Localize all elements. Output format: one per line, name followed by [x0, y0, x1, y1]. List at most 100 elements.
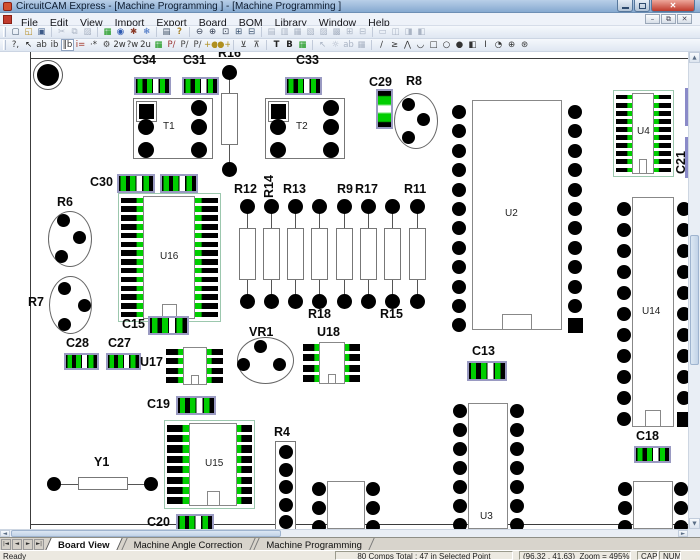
place-2-icon[interactable]: P/ — [178, 39, 191, 51]
component-U-BL[interactable] — [312, 481, 380, 529]
origin-icon[interactable]: ⊛ — [518, 39, 531, 51]
component-C30[interactable] — [117, 174, 155, 193]
save-icon[interactable]: ▣ — [35, 26, 48, 38]
new-icon[interactable]: ▢ — [9, 26, 22, 38]
insert-red-icon[interactable]: i= — [74, 39, 87, 51]
mdi-close-button[interactable]: ✕ — [677, 14, 692, 24]
component-U-BR[interactable] — [618, 481, 688, 529]
board-view-icon[interactable]: ▦ — [101, 26, 114, 38]
target-icon[interactable]: ⊕ — [505, 39, 518, 51]
align-grid-3-icon[interactable]: ▦ — [291, 26, 304, 38]
component-U17[interactable] — [166, 347, 223, 385]
component-C30B[interactable] — [160, 174, 198, 193]
context-help-icon[interactable]: ?, — [9, 39, 22, 51]
maximize-button[interactable] — [634, 0, 650, 12]
select-icon[interactable]: ↖ — [22, 39, 35, 51]
component-C20[interactable] — [176, 514, 214, 529]
align-grid-4-icon[interactable]: ▧ — [304, 26, 317, 38]
polyline-icon[interactable]: ⋀ — [401, 39, 414, 51]
help-icon[interactable]: ? — [173, 26, 186, 38]
panel-icon[interactable]: ▭ — [376, 26, 389, 38]
query-wire-icon[interactable]: ?w — [126, 39, 139, 51]
bottom-side-icon[interactable]: B — [283, 39, 296, 51]
open-icon[interactable]: ◱ — [22, 26, 35, 38]
component-C15[interactable] — [148, 316, 189, 335]
align-grid-5-icon[interactable]: ▨ — [317, 26, 330, 38]
scroll-down-arrow[interactable]: ▼ — [689, 518, 700, 529]
horizontal-scrollbar[interactable]: ◄ ► — [0, 529, 688, 537]
text-ab-icon[interactable]: ab — [342, 39, 355, 51]
text-i-icon[interactable]: I — [479, 39, 492, 51]
component-R17[interactable] — [360, 198, 378, 309]
component-C31[interactable] — [182, 77, 219, 95]
tab-nav-3[interactable]: ►| — [34, 539, 44, 550]
blank-icon[interactable]: ◧ — [415, 26, 428, 38]
align-grid-2-icon[interactable]: ▥ — [278, 26, 291, 38]
line-icon[interactable]: ∕ — [375, 39, 388, 51]
tab-board-view[interactable]: Board View — [48, 538, 120, 550]
component-R9[interactable] — [336, 198, 354, 309]
zoom-window-icon[interactable]: ⊡ — [219, 26, 232, 38]
circle-icon[interactable]: ○ — [440, 39, 453, 51]
half-rectangle-icon[interactable]: ◧ — [466, 39, 479, 51]
two-up-icon[interactable]: 2u — [139, 39, 152, 51]
place-1-icon[interactable]: P/ — [165, 39, 178, 51]
component-C28[interactable] — [64, 353, 99, 370]
settings-gear-icon[interactable]: ⚙ — [100, 39, 113, 51]
star-point-icon[interactable]: ·* — [87, 39, 100, 51]
component-C33[interactable] — [285, 77, 322, 95]
both-sides-icon[interactable]: ▦ — [296, 39, 309, 51]
filled-circle-icon[interactable]: ● — [453, 39, 466, 51]
move-to-top-icon[interactable]: ⊼ — [250, 39, 263, 51]
component-R4[interactable] — [275, 441, 296, 529]
component-R11[interactable] — [409, 198, 427, 309]
green-board-icon[interactable]: ▦ — [152, 39, 165, 51]
component-C27[interactable] — [106, 353, 141, 370]
component-VR1[interactable] — [237, 337, 294, 384]
active-bars-icon[interactable]: ‖b — [61, 39, 74, 51]
tab-machine-programming[interactable]: Machine Programming — [256, 538, 372, 550]
component-Y1[interactable] — [47, 476, 158, 492]
tab-nav-0[interactable]: |◄ — [1, 539, 11, 550]
paste-icon[interactable]: ▨ — [81, 26, 94, 38]
snowflake-icon[interactable]: ❄ — [140, 26, 153, 38]
component-C18[interactable] — [634, 446, 671, 463]
component-C13[interactable] — [467, 361, 507, 381]
minimize-button[interactable] — [617, 0, 633, 12]
mdi-restore-button[interactable]: ⧉ — [661, 14, 676, 24]
component-R7[interactable] — [49, 276, 92, 334]
align-grid-8-icon[interactable]: ⊟ — [356, 26, 369, 38]
angle-icon[interactable]: ≥ — [388, 39, 401, 51]
component-R8[interactable] — [394, 93, 438, 149]
globe-icon[interactable]: ◉ — [114, 26, 127, 38]
tab-nav-1[interactable]: ◄ — [12, 539, 22, 550]
component-R12[interactable] — [239, 198, 257, 309]
component-R16[interactable] — [221, 64, 239, 177]
component-R13[interactable] — [287, 198, 305, 309]
scroll-right-arrow[interactable]: ► — [678, 530, 688, 537]
top-side-icon[interactable]: T — [270, 39, 283, 51]
component-C19[interactable] — [176, 396, 216, 415]
grid-icon[interactable]: ▦ — [355, 39, 368, 51]
select-gray-icon[interactable]: ↖ — [316, 39, 329, 51]
tab-nav-2[interactable]: ► — [23, 539, 33, 550]
machine-icon[interactable]: ✱ — [127, 26, 140, 38]
zoom-out-icon[interactable]: ⊖ — [193, 26, 206, 38]
align-grid-6-icon[interactable]: ▩ — [330, 26, 343, 38]
component-R6[interactable] — [48, 211, 92, 267]
pie-icon[interactable]: ◔ — [492, 39, 505, 51]
component-R15[interactable] — [384, 198, 402, 309]
close-button[interactable]: ✕ — [651, 0, 695, 12]
align-grid-7-icon[interactable]: ⊞ — [343, 26, 356, 38]
align-grid-1-icon[interactable]: ▤ — [265, 26, 278, 38]
footprint-ib-icon[interactable]: ib — [48, 39, 61, 51]
move-to-bottom-icon[interactable]: ⊻ — [237, 39, 250, 51]
vertical-scrollbar[interactable]: ▲ ▼ — [688, 52, 700, 529]
two-wire-icon[interactable]: 2w — [113, 39, 126, 51]
component-R14[interactable] — [263, 198, 281, 309]
mdi-minimize-button[interactable]: – — [645, 14, 660, 24]
zoom-board-icon[interactable]: ⊞ — [232, 26, 245, 38]
place-3-icon[interactable]: P/ — [191, 39, 204, 51]
component-C34[interactable] — [134, 77, 171, 95]
goto-fiducial-icon[interactable]: ●+ — [217, 39, 230, 51]
